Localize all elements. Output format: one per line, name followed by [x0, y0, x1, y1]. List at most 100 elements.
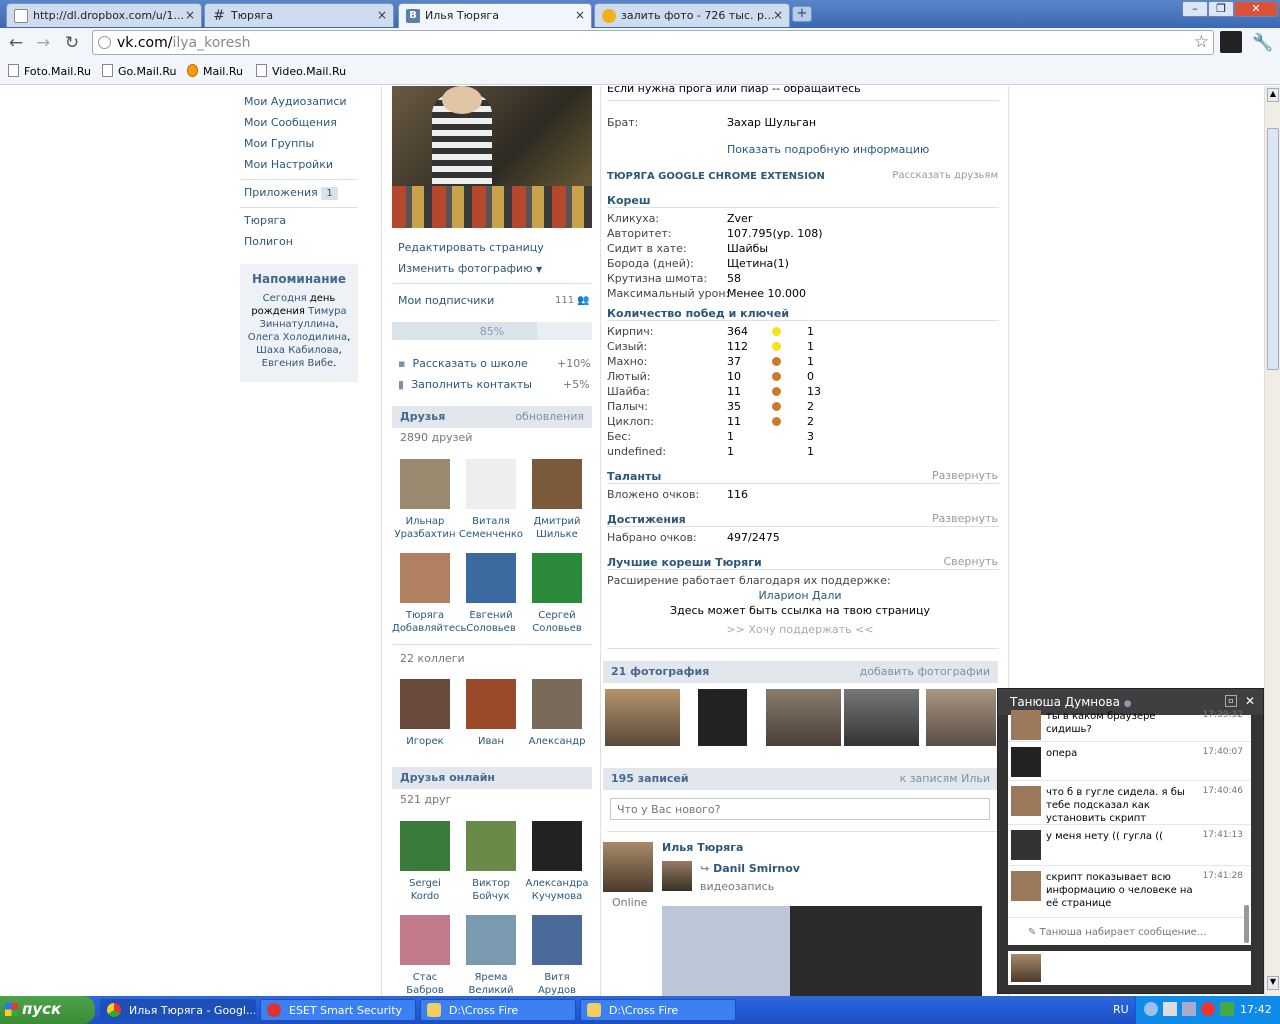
bookmark-video-mail[interactable]: Video.Mail.Ru [256, 64, 346, 78]
colleague-avatar[interactable] [466, 679, 516, 729]
posts-header[interactable]: 195 записей к записям Ильи [603, 768, 998, 790]
close-icon[interactable]: × [773, 8, 783, 22]
friend-item[interactable]: Виталя Семенченко [458, 459, 524, 541]
colleague-item[interactable]: Александр [524, 679, 590, 748]
nav-audio[interactable]: Мои Аудиозаписи [244, 95, 347, 108]
add-photos-link[interactable]: добавить фотографии [860, 665, 990, 678]
opera-icon[interactable] [1201, 1002, 1215, 1016]
nav-apps[interactable]: Приложения 1 [244, 186, 338, 200]
bookmark-foto-mail[interactable]: Foto.Mail.Ru [8, 64, 91, 78]
repost-avatar[interactable] [662, 861, 692, 891]
friend-avatar[interactable] [400, 553, 450, 603]
photo-thumb[interactable] [844, 689, 919, 746]
colleagues-count[interactable]: 22 коллеги [400, 652, 465, 665]
photo-thumb[interactable] [766, 689, 841, 746]
photos-header[interactable]: 21 фотография добавить фотографии [603, 661, 998, 683]
bookmark-mail[interactable]: Mail.Ru [187, 64, 243, 78]
friends-header[interactable]: Друзья обновления [392, 406, 592, 428]
online-friend-item[interactable]: Виктор Бойчук [458, 821, 524, 903]
friend-avatar[interactable] [532, 553, 582, 603]
close-icon[interactable]: × [185, 8, 195, 22]
tray-app-icon[interactable] [1220, 1002, 1234, 1016]
minimize-button[interactable]: – [1182, 1, 1208, 17]
friends-count[interactable]: 2890 друзей [400, 431, 472, 444]
photo-thumb[interactable] [685, 689, 760, 746]
talents-expand-link[interactable]: Развернуть [932, 469, 998, 482]
tray-arrow-icon[interactable] [1144, 1002, 1158, 1016]
reload-icon[interactable]: ↻ [61, 33, 83, 53]
friend-item[interactable]: Тюряга Добавляйтесь [392, 553, 466, 635]
to-posts-link[interactable]: к записям Ильи [900, 772, 990, 785]
supporter-link[interactable]: Иларион Дали [600, 589, 1000, 602]
address-bar[interactable]: vk.com/ilya_koresh ☆ [92, 30, 1214, 55]
volume-icon[interactable] [1182, 1002, 1196, 1016]
colleague-avatar[interactable] [532, 679, 582, 729]
friend-item[interactable]: Ильнар Уразбахтин [392, 459, 458, 541]
taskbar-folder-1[interactable]: D:\Cross Fire [420, 999, 576, 1021]
contacts-link[interactable]: ▮ Заполнить контакты [398, 378, 532, 391]
colleague-item[interactable]: Иван [458, 679, 524, 748]
colleague-avatar[interactable] [400, 679, 450, 729]
tab-dropbox[interactable]: http://dl.dropbox.com/u/1... × [6, 3, 202, 27]
start-button[interactable]: пуск [0, 996, 95, 1024]
online-friend-avatar[interactable] [532, 821, 582, 871]
photo-thumb[interactable] [605, 689, 680, 746]
photo-thumb[interactable] [926, 689, 996, 746]
friend-avatar[interactable] [532, 459, 582, 509]
online-friend-avatar[interactable] [466, 915, 516, 965]
online-friend-item[interactable]: Витя Арудов [524, 915, 590, 996]
network-icon[interactable] [1163, 1002, 1177, 1016]
nav-app-poligon[interactable]: Полигон [244, 235, 293, 248]
friend-avatar[interactable] [400, 459, 450, 509]
tab-turyaga[interactable]: # Тюряга × [204, 3, 394, 27]
change-photo-link[interactable]: Изменить фотографию ▼ [398, 262, 542, 275]
brother-link[interactable]: Захар Шульган [727, 116, 816, 129]
taskbar-eset[interactable]: ESET Smart Security [260, 999, 416, 1021]
support-link[interactable]: >> Хочу поддержать << [600, 623, 1000, 636]
tab-search[interactable]: залить фото - 726 тыс. р... × [594, 3, 790, 27]
language-indicator[interactable]: RU [1113, 1003, 1129, 1016]
forward-icon[interactable]: → [32, 33, 54, 53]
online-friend-item[interactable]: Sergei Kordo [392, 821, 458, 903]
nav-messages[interactable]: Мои Сообщения [244, 116, 337, 129]
friend-item[interactable]: Дмитрий Шильке [524, 459, 590, 541]
friend-avatar[interactable] [466, 553, 516, 603]
friend-item[interactable]: Евгений Соловьев [458, 553, 524, 635]
taskbar-chrome[interactable]: Илья Тюряга - Googl... [100, 999, 256, 1021]
repost-author-link[interactable]: ↪ Danil Smirnov [700, 862, 800, 875]
online-friend-avatar[interactable] [466, 821, 516, 871]
nav-app-turyaga[interactable]: Тюряга [244, 214, 286, 227]
page-scrollbar[interactable]: ▲ ▼ [1264, 86, 1280, 996]
close-icon[interactable]: × [377, 8, 387, 22]
extension-icon[interactable] [1220, 31, 1242, 53]
nav-groups[interactable]: Мои Группы [244, 137, 314, 150]
tab-vk[interactable]: B Илья Тюряга × [398, 3, 592, 28]
online-friends-header[interactable]: Друзья онлайн [392, 767, 592, 789]
share-link[interactable]: Рассказать друзьям [892, 170, 998, 181]
back-icon[interactable]: ← [5, 33, 27, 53]
post-input[interactable] [610, 798, 990, 820]
edit-page-link[interactable]: Редактировать страницу [398, 241, 544, 254]
online-friend-item[interactable]: Александра Кучумова [524, 821, 590, 903]
achievements-expand-link[interactable]: Развернуть [932, 512, 998, 525]
best-collapse-link[interactable]: Свернуть [943, 555, 998, 568]
chat-input[interactable] [1008, 951, 1251, 985]
wrench-icon[interactable]: 🔧 [1252, 33, 1274, 53]
online-friend-avatar[interactable] [400, 821, 450, 871]
friend-item[interactable]: Сергей Соловьев [524, 553, 590, 635]
online-friend-item[interactable]: Ярема Великий [458, 915, 524, 996]
show-more-link[interactable]: Показать подробную информацию [727, 143, 929, 156]
nav-settings[interactable]: Мои Настройки [244, 158, 333, 171]
maximize-button[interactable]: ❐ [1208, 1, 1234, 17]
subscribers-link[interactable]: Мои подписчики [398, 294, 494, 307]
author-avatar[interactable] [603, 842, 653, 892]
friends-updates-link[interactable]: обновления [515, 410, 584, 423]
profile-photo[interactable] [392, 86, 592, 228]
school-link[interactable]: ▪ Рассказать о школе [398, 357, 528, 370]
new-tab-button[interactable]: + [792, 6, 812, 22]
friend-avatar[interactable] [466, 459, 516, 509]
taskbar-folder-2[interactable]: D:\Cross Fire [580, 999, 736, 1021]
star-icon[interactable]: ☆ [1194, 32, 1209, 52]
video-thumbnail[interactable] [662, 906, 982, 996]
online-friends-count[interactable]: 521 друг [400, 793, 451, 806]
